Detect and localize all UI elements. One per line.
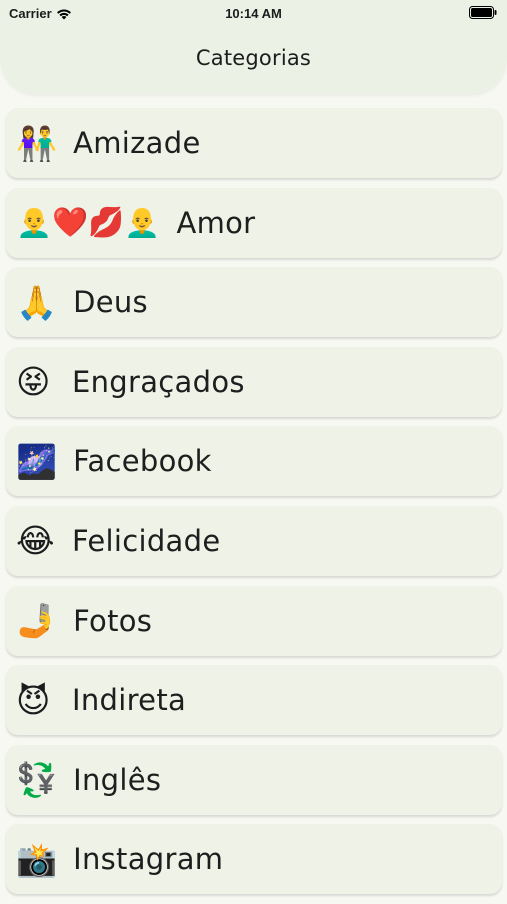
praying-hands-icon: 🙏 [16,282,58,322]
category-item-engracados[interactable]: 😝 Engraçados [6,346,502,417]
category-label: Amizade [73,126,201,160]
camera-flash-icon: 📸 [16,839,58,879]
category-item-fotos[interactable]: 🤳 Fotos [6,585,502,656]
category-item-instagram[interactable]: 📸 Instagram [6,824,502,895]
category-item-ingles[interactable]: 💱 Inglês [6,744,502,815]
category-label: Deus [73,285,148,320]
category-item-deus[interactable]: 🙏 Deus [6,267,502,338]
category-label: Felicidade [72,523,221,558]
couple-icon: 👫 [16,123,58,163]
category-label: Instagram [73,842,224,877]
smiling-devil-icon: 😈 [16,680,51,720]
category-label: Indireta [72,683,187,718]
category-label: Fotos [73,603,153,638]
tears-of-joy-icon: 😂 [16,521,55,561]
battery-icon [469,6,497,19]
page-title: Categorias [195,46,312,70]
category-label: Engraçados [72,364,245,399]
status-bar: Carrier 10:14 AM [0,0,507,30]
selfie-icon: 🤳 [16,601,58,641]
night-sky-icon: 🌌 [16,441,58,481]
category-item-indireta[interactable]: 😈 Indireta [6,665,502,736]
category-list: 👫 Amizade 👨‍🦲❤️💋👨‍🦲 Amor 🙏 Deus 😝 Engraç… [6,108,502,904]
currency-exchange-icon: 💱 [16,760,58,800]
clock: 10:14 AM [225,6,282,21]
category-label: Facebook [73,444,212,479]
category-item-facebook[interactable]: 🌌 Facebook [6,426,502,497]
category-label: Amor [176,205,256,240]
love-sequence-icon: 👨‍🦲❤️💋👨‍🦲 [16,205,161,240]
category-item-amizade[interactable]: 👫 Amizade [6,108,502,178]
squinting-tongue-icon: 😝 [16,362,51,402]
category-item-felicidade[interactable]: 😂 Felicidade [6,505,502,576]
category-label: Inglês [73,762,162,797]
category-item-amor[interactable]: 👨‍🦲❤️💋👨‍🦲 Amor [6,187,502,258]
